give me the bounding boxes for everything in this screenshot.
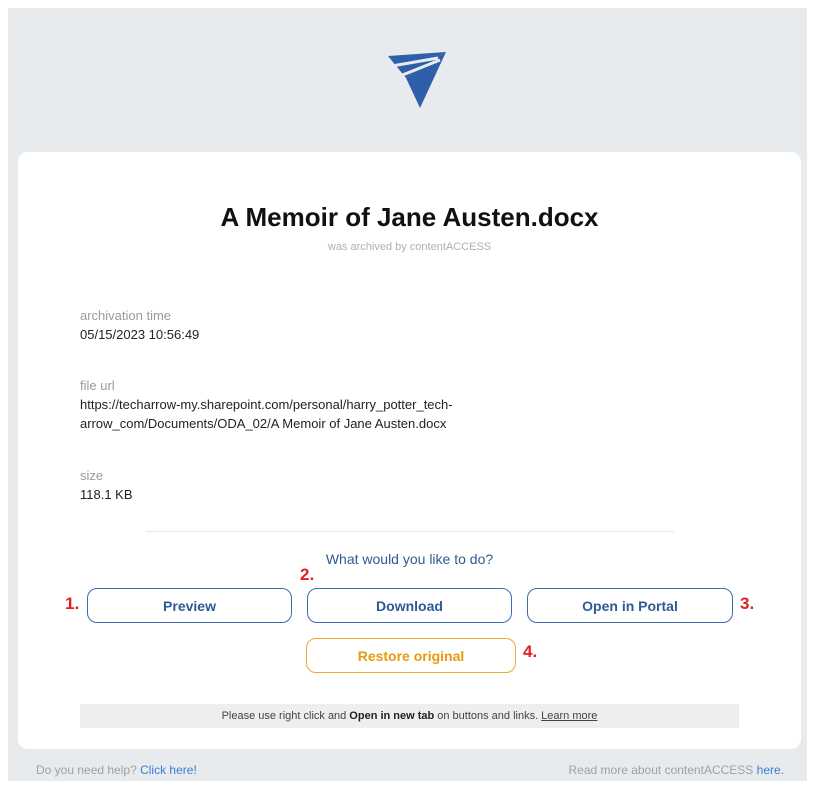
size-field: size 118.1 KB <box>80 468 133 504</box>
open-in-portal-button[interactable]: Open in Portal <box>527 588 733 623</box>
archivation-time-field: archivation time 05/15/2023 10:56:49 <box>80 308 199 344</box>
read-more-link[interactable]: here. <box>757 763 784 777</box>
divider <box>146 531 674 532</box>
notice-prefix-text: Please use right click and <box>221 710 347 722</box>
file-name-title: A Memoir of Jane Austen.docx <box>220 202 599 232</box>
file-info-card: A Memoir of Jane Austen.docx was archive… <box>18 152 801 749</box>
file-url-value: https://techarrow-my.sharepoint.com/pers… <box>80 397 453 431</box>
help-text: Do you need help? <box>36 763 137 777</box>
read-more-footer: Read more about contentACCESS here. <box>569 763 784 777</box>
file-url-label: file url <box>80 378 115 393</box>
help-link[interactable]: Click here! <box>140 763 197 777</box>
preview-button[interactable]: Preview <box>87 588 292 623</box>
learn-more-link[interactable]: Learn more <box>541 710 597 722</box>
action-question: What would you like to do? <box>325 551 494 567</box>
restore-original-button[interactable]: Restore original <box>306 638 516 673</box>
new-tab-notice: Please use right click and Open in new t… <box>80 704 739 728</box>
help-footer: Do you need help? Click here! <box>36 763 197 777</box>
archivation-time-label: archivation time <box>80 308 172 323</box>
annotation-number-3: 3. <box>740 594 755 613</box>
annotation-number-2: 2. <box>300 565 315 584</box>
notice-bold-text: Open in new tab <box>349 710 435 722</box>
archivation-time-value: 05/15/2023 10:56:49 <box>80 327 200 342</box>
annotation-number-1: 1. <box>65 594 80 613</box>
annotation-number-4: 4. <box>523 642 538 661</box>
read-more-text: Read more about contentACCESS <box>568 763 754 777</box>
paper-plane-logo-icon <box>388 52 446 108</box>
size-value: 118.1 KB <box>80 487 133 502</box>
download-button[interactable]: Download <box>307 588 512 623</box>
notice-suffix-text: on buttons and links. <box>437 710 539 722</box>
file-url-field: file url https://techarrow-my.sharepoint… <box>80 378 600 433</box>
archived-by-subtitle: was archived by contentACCESS <box>327 241 492 253</box>
size-label: size <box>80 468 104 483</box>
